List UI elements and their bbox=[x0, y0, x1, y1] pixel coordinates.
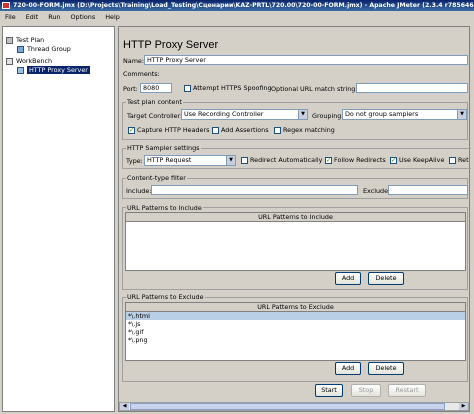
retrieve-checkbox[interactable]: Ret bbox=[449, 156, 470, 164]
grouping-label: Grouping: bbox=[312, 112, 344, 120]
sampler-settings-title: HTTP Sampler settings bbox=[126, 144, 201, 152]
port-label: Port: bbox=[123, 85, 138, 93]
workbench-icon bbox=[6, 57, 13, 65]
capture-headers-label: Capture HTTP Headers bbox=[137, 126, 210, 134]
tree-item-label: Test Plan bbox=[16, 36, 45, 44]
tree-item-proxy[interactable]: HTTP Proxy Server bbox=[17, 66, 90, 75]
retrieve-label: Ret bbox=[458, 156, 469, 164]
include-field[interactable] bbox=[151, 185, 358, 195]
restart-button[interactable]: Restart bbox=[388, 384, 426, 397]
exclude-patterns-table[interactable]: URL Patterns to Exclude *\.html *\.js *\… bbox=[125, 302, 466, 361]
start-button[interactable]: Start bbox=[315, 384, 343, 397]
horizontal-scrollbar[interactable]: ◀ ▶ bbox=[119, 402, 469, 411]
tree-item-label: WorkBench bbox=[16, 57, 53, 65]
menu-options[interactable]: Options bbox=[71, 12, 96, 23]
regex-matching-box[interactable] bbox=[274, 126, 281, 134]
exclude-add-button[interactable]: Add bbox=[335, 362, 361, 375]
test-tree-panel: Test Plan Thread Group WorkBench HTTP Pr… bbox=[2, 26, 115, 412]
capture-headers-box[interactable] bbox=[128, 126, 135, 134]
follow-redirects-label: Follow Redirects bbox=[334, 156, 386, 164]
jmeter-app-icon bbox=[2, 2, 10, 9]
grouping-select[interactable]: Do not group samplers ▼ bbox=[342, 109, 467, 120]
tree-item-label: Thread Group bbox=[27, 45, 71, 53]
type-label: Type: bbox=[126, 157, 143, 165]
keepalive-box[interactable] bbox=[390, 156, 397, 164]
target-controller-value: Use Recording Controller bbox=[184, 110, 264, 118]
include-patterns-title: URL Patterns to Include bbox=[126, 204, 203, 212]
capture-headers-checkbox[interactable]: Capture HTTP Headers bbox=[128, 126, 209, 134]
target-controller-label: Target Controller: bbox=[127, 112, 183, 120]
exclude-table-header: URL Patterns to Exclude bbox=[126, 303, 465, 312]
retrieve-box[interactable] bbox=[449, 156, 456, 164]
table-row[interactable]: *\.html bbox=[126, 312, 465, 320]
table-row[interactable]: *\.gif bbox=[126, 328, 465, 336]
exclude-label: Exclude: bbox=[363, 187, 391, 195]
exclude-delete-button[interactable]: Delete bbox=[368, 362, 404, 375]
include-table-header: URL Patterns to Include bbox=[126, 213, 465, 222]
page-title: HTTP Proxy Server bbox=[123, 39, 219, 51]
exclude-patterns-title: URL Patterns to Exclude bbox=[126, 293, 205, 301]
redirect-auto-checkbox[interactable]: Redirect Automatically bbox=[241, 156, 322, 164]
proxy-icon bbox=[17, 66, 24, 74]
regex-matching-label: Regex matching bbox=[283, 126, 335, 134]
chevron-down-icon[interactable]: ▼ bbox=[298, 110, 307, 119]
exclude-field[interactable] bbox=[388, 185, 468, 195]
follow-redirects-box[interactable] bbox=[325, 156, 332, 164]
stop-button[interactable]: Stop bbox=[351, 384, 381, 397]
url-match-label: Optional URL match string: bbox=[271, 85, 358, 93]
https-label: Attempt HTTPS Spoofing bbox=[193, 84, 272, 92]
tree-item-thread-group[interactable]: Thread Group bbox=[17, 45, 71, 54]
sampler-type-select[interactable]: HTTP Request ▼ bbox=[144, 155, 236, 166]
grouping-value: Do not group samplers bbox=[345, 110, 419, 118]
https-spoofing-checkbox[interactable]: Attempt HTTPS Spoofing bbox=[184, 84, 272, 92]
port-field[interactable]: 8080 bbox=[140, 83, 172, 93]
test-plan-icon bbox=[6, 36, 13, 44]
scroll-right-icon[interactable]: ▶ bbox=[459, 403, 468, 410]
redirect-auto-box[interactable] bbox=[241, 156, 248, 164]
tree-item-test-plan[interactable]: Test Plan bbox=[6, 36, 44, 45]
name-field[interactable]: HTTP Proxy Server bbox=[144, 55, 468, 65]
https-checkbox-box[interactable] bbox=[184, 84, 191, 92]
include-label: Include: bbox=[126, 187, 152, 195]
add-assertions-checkbox[interactable]: Add Assertions bbox=[212, 126, 269, 134]
add-assertions-label: Add Assertions bbox=[221, 126, 269, 134]
menu-bar: File Edit Run Options Help bbox=[0, 12, 474, 23]
proxy-config-panel: HTTP Proxy Server Name: HTTP Proxy Serve… bbox=[118, 26, 471, 412]
content-filter-title: Content-type filter bbox=[126, 174, 187, 182]
follow-redirects-checkbox[interactable]: Follow Redirects bbox=[325, 156, 386, 164]
test-plan-content-title: Test plan content bbox=[126, 98, 183, 106]
include-delete-button[interactable]: Delete bbox=[368, 272, 404, 285]
include-patterns-table[interactable]: URL Patterns to Include bbox=[125, 212, 466, 271]
add-assertions-box[interactable] bbox=[212, 126, 219, 134]
scrollbar-thumb[interactable] bbox=[130, 403, 445, 410]
redirect-auto-label: Redirect Automatically bbox=[250, 156, 323, 164]
chevron-down-icon[interactable]: ▼ bbox=[226, 156, 235, 165]
url-match-field[interactable] bbox=[356, 83, 468, 93]
test-plan-content-group bbox=[122, 102, 468, 140]
menu-file[interactable]: File bbox=[5, 12, 16, 23]
target-controller-select[interactable]: Use Recording Controller ▼ bbox=[181, 109, 308, 120]
window-title-bar: 720-00-FORM.jmx (D:\Projects\Training\Lo… bbox=[0, 0, 474, 11]
thread-group-icon bbox=[17, 45, 24, 53]
name-label: Name: bbox=[123, 57, 145, 65]
menu-help[interactable]: Help bbox=[105, 12, 120, 23]
regex-matching-checkbox[interactable]: Regex matching bbox=[274, 126, 335, 134]
include-add-button[interactable]: Add bbox=[335, 272, 361, 285]
tree-item-workbench[interactable]: WorkBench bbox=[6, 57, 52, 66]
table-row[interactable]: *\.js bbox=[126, 320, 465, 328]
tree-item-label: HTTP Proxy Server bbox=[27, 66, 90, 74]
menu-edit[interactable]: Edit bbox=[26, 12, 38, 23]
scroll-left-icon[interactable]: ◀ bbox=[120, 403, 129, 410]
chevron-down-icon[interactable]: ▼ bbox=[457, 110, 466, 119]
table-row[interactable]: *\.png bbox=[126, 336, 465, 344]
sampler-type-value: HTTP Request bbox=[147, 156, 192, 164]
keepalive-checkbox[interactable]: Use KeepAlive bbox=[390, 156, 444, 164]
comments-label: Comments: bbox=[123, 70, 160, 78]
keepalive-label: Use KeepAlive bbox=[399, 156, 445, 164]
menu-run[interactable]: Run bbox=[48, 12, 60, 23]
